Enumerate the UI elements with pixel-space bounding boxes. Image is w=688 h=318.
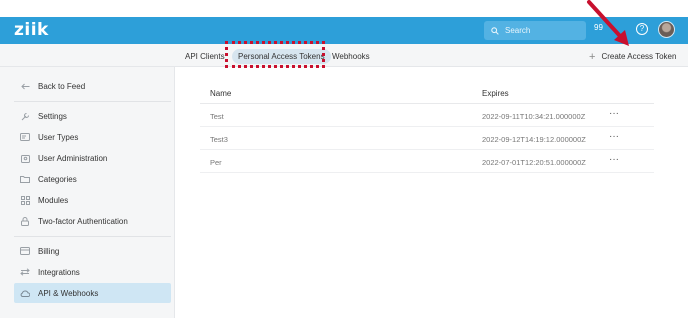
sidebar-divider bbox=[14, 236, 171, 237]
sidebar-item-label: Two-factor Authentication bbox=[38, 216, 128, 226]
search-icon bbox=[491, 26, 499, 35]
tab-webhooks[interactable]: Webhooks bbox=[332, 49, 370, 64]
row-menu-icon[interactable]: ··· bbox=[609, 131, 619, 142]
row-menu-icon[interactable]: ··· bbox=[609, 154, 619, 165]
sidebar-item-label: Integrations bbox=[38, 267, 80, 277]
create-access-token-button[interactable]: + Create Access Token bbox=[589, 50, 677, 63]
sidebar: Back to Feed Settings User Types User Ad… bbox=[0, 67, 175, 318]
token-expires: 2022-07-01T12:20:51.000000Z bbox=[482, 158, 586, 167]
sidebar-item-label: Modules bbox=[38, 195, 69, 205]
column-header-name: Name bbox=[210, 89, 232, 98]
arrows-exchange-icon bbox=[20, 267, 30, 277]
user-admin-icon bbox=[20, 153, 30, 163]
tab-api-clients[interactable]: API Clients bbox=[185, 49, 225, 64]
wrench-icon bbox=[20, 111, 30, 121]
credit-card-icon bbox=[20, 246, 30, 256]
sidebar-item-back-to-feed[interactable]: Back to Feed bbox=[14, 76, 171, 96]
sidebar-item-label: Categories bbox=[38, 174, 77, 184]
avatar[interactable] bbox=[658, 21, 675, 38]
lock-icon bbox=[20, 216, 30, 226]
annotation-arrow bbox=[587, 0, 629, 46]
back-arrow-icon bbox=[20, 81, 30, 91]
sidebar-item-user-types[interactable]: User Types bbox=[14, 127, 171, 147]
ziik-logo[interactable]: ziik bbox=[14, 20, 49, 40]
sidebar-item-modules[interactable]: Modules bbox=[14, 190, 171, 210]
sidebar-item-label: Back to Feed bbox=[38, 81, 86, 91]
sidebar-item-api-webhooks[interactable]: API & Webhooks bbox=[14, 283, 171, 303]
grid-icon bbox=[20, 195, 30, 205]
folder-icon bbox=[20, 174, 30, 184]
sidebar-item-integrations[interactable]: Integrations bbox=[14, 262, 171, 282]
search-placeholder: Search bbox=[505, 26, 531, 35]
id-card-icon bbox=[20, 132, 30, 142]
table-header: Name Expires bbox=[200, 83, 654, 104]
search-input[interactable]: Search bbox=[484, 21, 586, 40]
plus-icon: + bbox=[589, 50, 596, 63]
token-name: Test3 bbox=[210, 135, 228, 144]
token-name: Per bbox=[210, 158, 222, 167]
table-row: Test 2022-09-11T10:34:21.000000Z ··· bbox=[200, 104, 654, 127]
tokens-table: Name Expires Test 2022-09-11T10:34:21.00… bbox=[200, 83, 654, 173]
app-window: ziik Search 99 ? API Clients Personal Ac… bbox=[0, 0, 688, 318]
token-expires: 2022-09-11T10:34:21.000000Z bbox=[482, 112, 586, 121]
annotation-highlight-box bbox=[225, 41, 325, 68]
token-expires: 2022-09-12T14:19:12.000000Z bbox=[482, 135, 586, 144]
create-access-token-label: Create Access Token bbox=[601, 52, 677, 61]
cloud-icon bbox=[20, 288, 30, 298]
column-header-expires: Expires bbox=[482, 89, 509, 98]
sidebar-item-label: Settings bbox=[38, 111, 67, 121]
sidebar-item-label: Billing bbox=[38, 246, 60, 256]
table-row: Per 2022-07-01T12:20:51.000000Z ··· bbox=[200, 150, 654, 173]
sidebar-item-settings[interactable]: Settings bbox=[14, 106, 171, 126]
token-name: Test bbox=[210, 112, 224, 121]
help-icon[interactable]: ? bbox=[636, 23, 648, 35]
sidebar-item-label: API & Webhooks bbox=[38, 288, 99, 298]
sidebar-item-categories[interactable]: Categories bbox=[14, 169, 171, 189]
row-menu-icon[interactable]: ··· bbox=[609, 108, 619, 119]
sidebar-item-billing[interactable]: Billing bbox=[14, 241, 171, 261]
sidebar-item-user-administration[interactable]: User Administration bbox=[14, 148, 171, 168]
table-row: Test3 2022-09-12T14:19:12.000000Z ··· bbox=[200, 127, 654, 150]
sidebar-item-label: User Administration bbox=[38, 153, 108, 163]
sidebar-divider bbox=[14, 101, 171, 102]
sidebar-item-label: User Types bbox=[38, 132, 79, 142]
sidebar-item-two-factor-authentication[interactable]: Two-factor Authentication bbox=[14, 211, 171, 231]
